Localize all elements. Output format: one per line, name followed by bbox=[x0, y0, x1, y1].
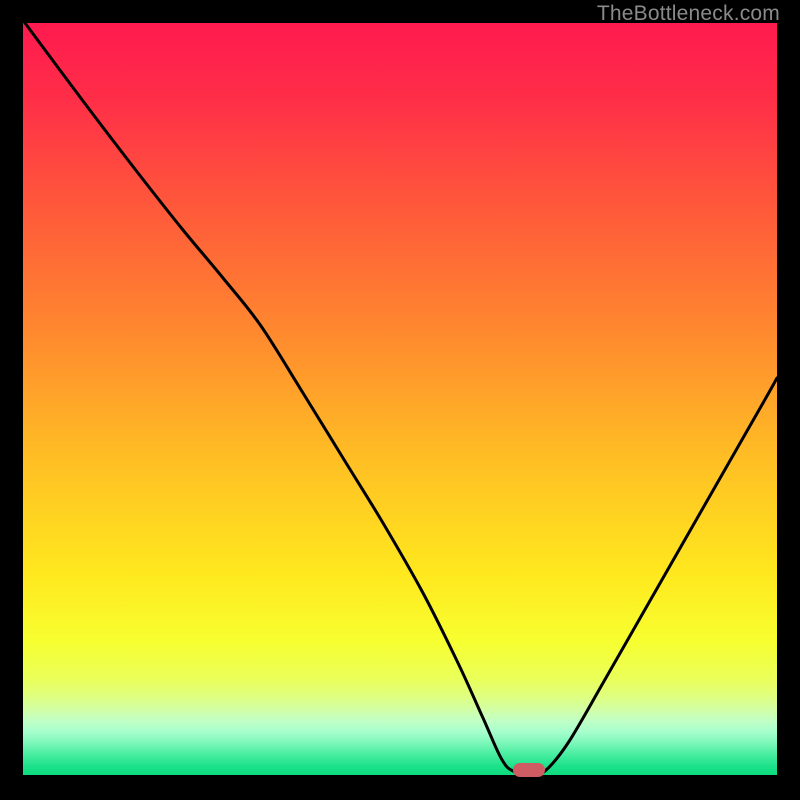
plot-area bbox=[23, 23, 777, 777]
chart-stage: TheBottleneck.com bbox=[0, 0, 800, 800]
heat-gradient-background bbox=[23, 23, 777, 777]
optimal-marker bbox=[513, 763, 545, 777]
